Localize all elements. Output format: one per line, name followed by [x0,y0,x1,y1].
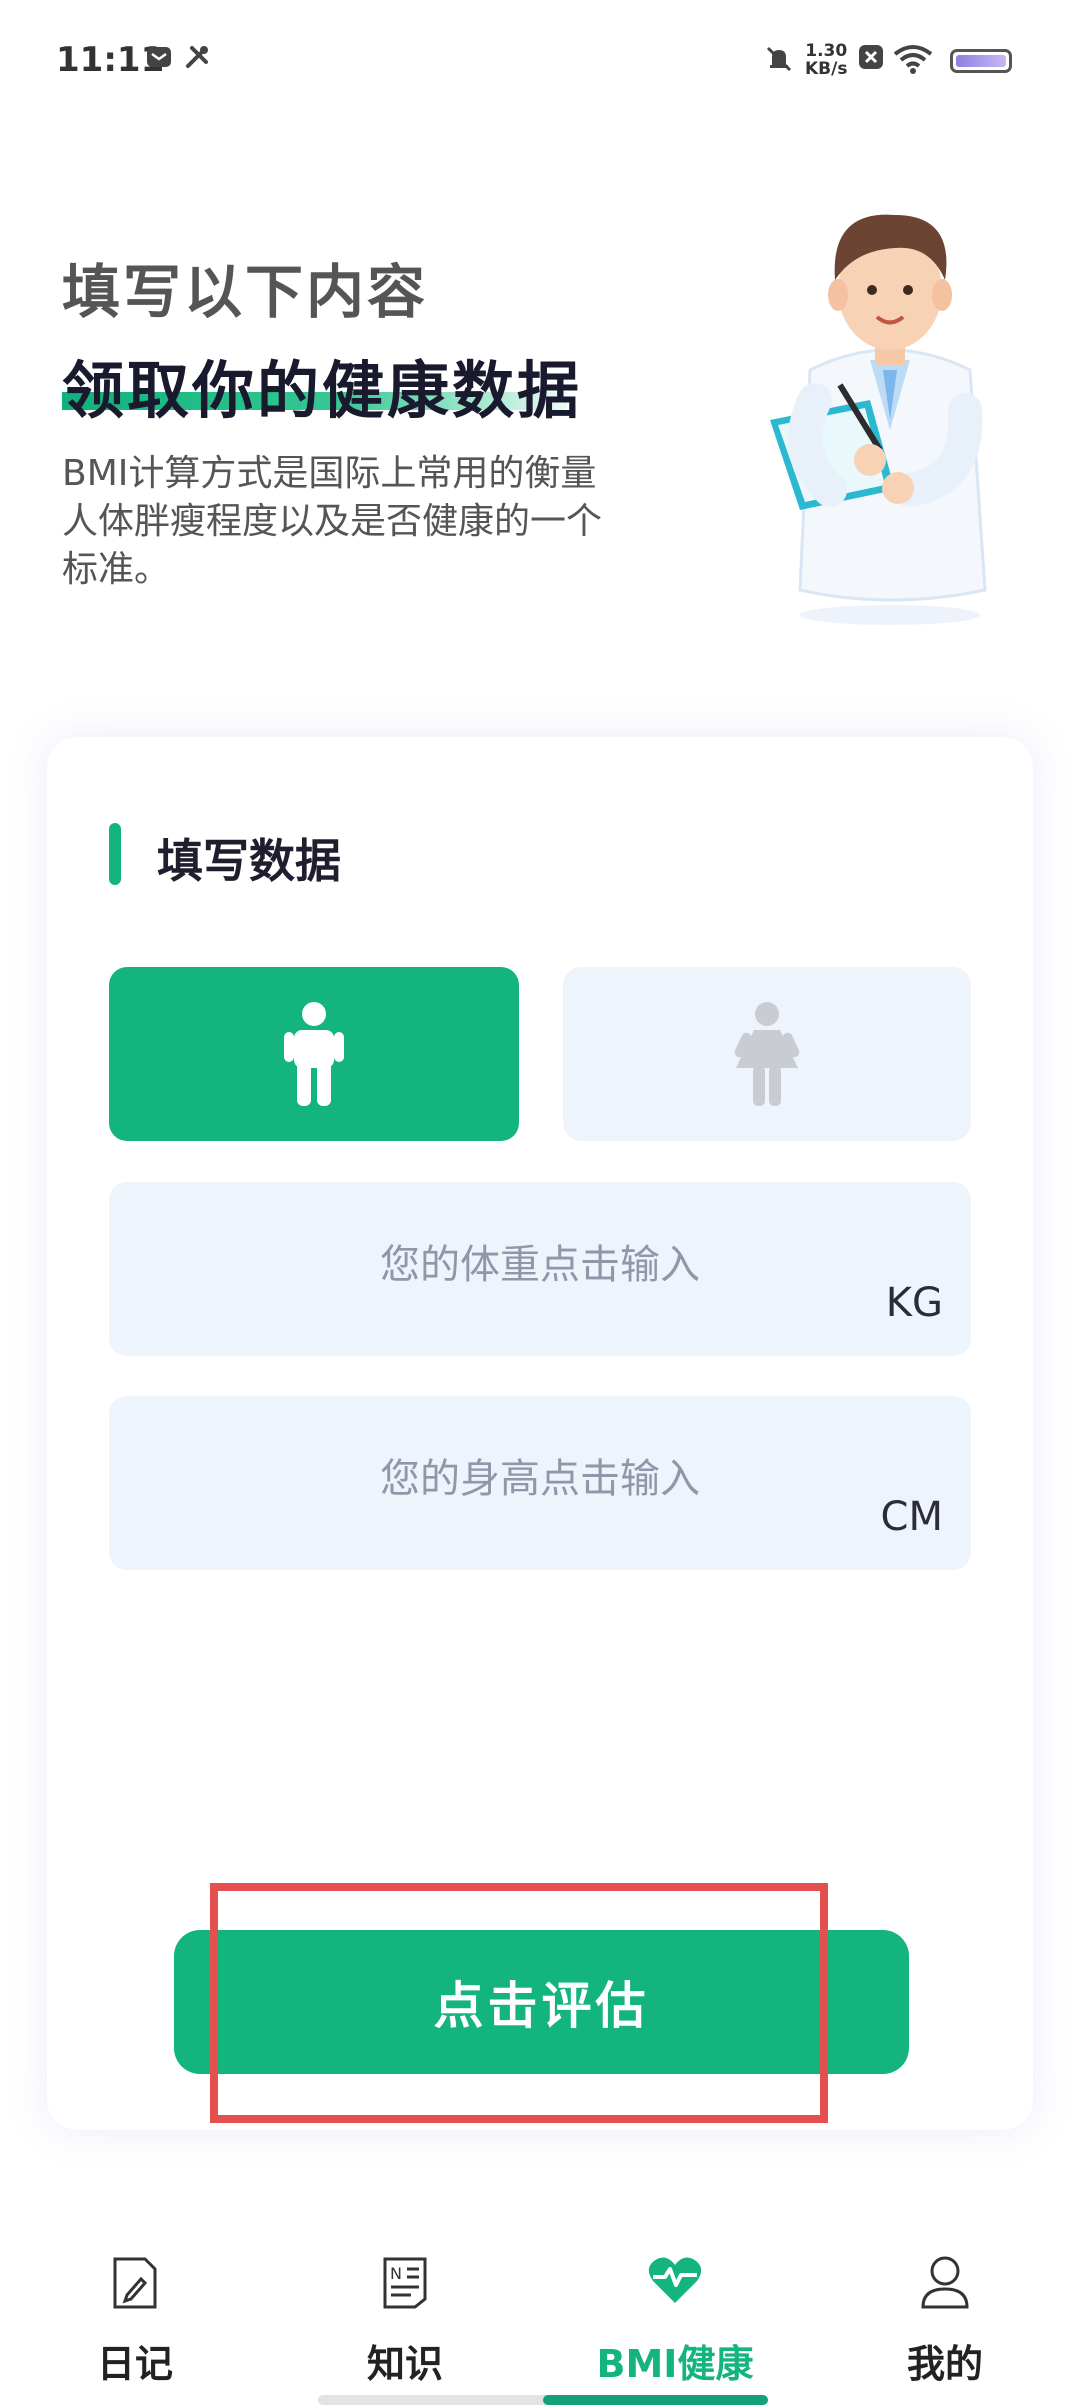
battery-icon [950,49,1012,73]
nav-label-diary: 日记 [96,2342,173,2386]
status-bar: 11:11 1.30 KB/s [0,0,1080,120]
bottom-nav: 日记 N 知识 BMI健康 我的 [0,2215,1080,2408]
nav-label-profile: 我的 [906,2342,983,2386]
mute-icon [764,44,794,78]
nav-item-knowledge[interactable]: N 知识 [270,2215,540,2386]
height-field: CM [109,1396,971,1570]
hero-title-line2: 领取你的健康数据 [62,354,583,427]
gender-female-button[interactable] [563,967,971,1141]
hero-title-line1: 填写以下内容 [62,258,429,326]
weight-unit: KG [885,1280,943,1326]
nav-item-diary[interactable]: 日记 [0,2215,270,2386]
gender-male-button[interactable] [109,967,519,1141]
female-icon [734,1002,800,1106]
nav-label-knowledge: 知识 [366,2342,443,2386]
nav-item-bmi[interactable]: BMI健康 [540,2215,810,2386]
close-box-icon [858,44,884,74]
network-speed: 1.30 KB/s [805,42,847,78]
speed-value: 1.30 [805,41,848,61]
diary-icon [113,2257,157,2309]
height-unit: CM [880,1494,943,1540]
hero-description: BMI计算方式是国际上常用的衡量人体胖瘦程度以及是否健康的一个标准。 [62,453,603,590]
data-entry-card: 填写数据 KG CM [47,737,1033,2130]
profile-icon [921,2256,969,2309]
section-marker [109,823,121,885]
evaluate-button[interactable]: 点击评估 [174,1930,909,2074]
wifi-icon [893,44,933,78]
tools-icon [184,44,212,74]
nav-label-bmi: BMI健康 [596,2342,754,2386]
svg-text:N: N [390,2264,402,2283]
section-title: 填写数据 [157,834,341,888]
weight-field: KG [109,1182,971,1356]
heart-pulse-icon [648,2257,702,2303]
male-icon [284,1002,344,1106]
mail-icon [146,44,172,74]
weight-input[interactable] [109,1182,971,1356]
knowledge-icon: N [383,2257,427,2309]
speed-unit: KB/s [805,59,848,79]
nav-item-profile[interactable]: 我的 [810,2215,1080,2386]
height-input[interactable] [109,1396,971,1570]
doctor-illustration [720,170,1020,630]
home-indicator[interactable] [318,2395,768,2405]
